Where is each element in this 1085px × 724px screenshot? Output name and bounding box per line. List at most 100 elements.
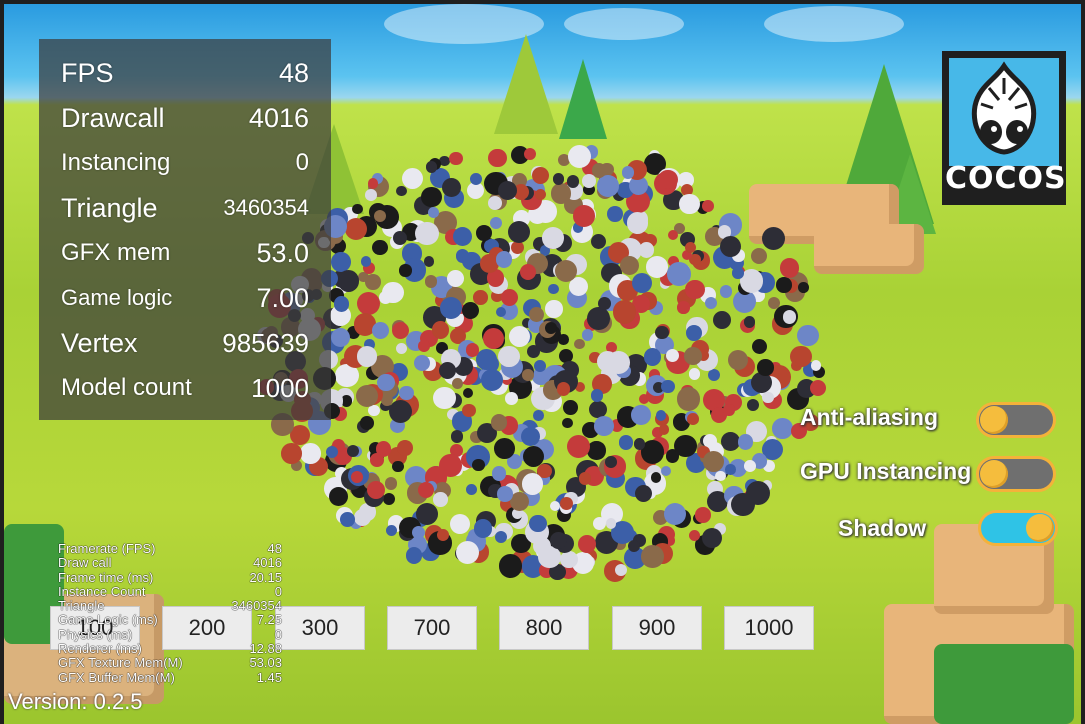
model-blob <box>582 174 596 189</box>
model-blob <box>532 166 550 184</box>
gpu-instancing-toggle[interactable] <box>976 456 1056 492</box>
model-blob <box>453 226 473 246</box>
model-blob <box>521 472 544 495</box>
model-blob <box>635 485 653 503</box>
model-blob <box>776 277 792 293</box>
model-blob <box>737 433 754 450</box>
model-blob <box>573 205 595 228</box>
debug-row: Instance Count 0 <box>58 583 282 599</box>
model-blob <box>538 545 561 569</box>
model-blob <box>521 426 541 446</box>
model-blob <box>719 236 741 258</box>
model-blob <box>356 345 378 367</box>
model-blob <box>524 147 537 161</box>
model-blob <box>418 481 435 498</box>
stat-row-drawcall: Drawcall 4016 <box>61 98 309 138</box>
debug-value: 3460354 <box>231 598 282 614</box>
debug-row: GFX Texture Mem(M) 53.03 <box>58 656 282 671</box>
model-blob <box>396 185 408 197</box>
model-blob <box>505 391 518 405</box>
model-blob <box>751 247 768 265</box>
model-blob <box>472 458 485 472</box>
debug-row: Frame time (ms) 20.15 <box>58 570 282 585</box>
model-blob <box>462 403 476 418</box>
model-blob <box>641 544 665 568</box>
model-blob <box>373 209 386 223</box>
model-blob <box>605 456 617 468</box>
shadow-label: Shadow <box>838 515 927 541</box>
model-blob <box>679 193 700 215</box>
model-blob <box>650 472 662 483</box>
model-blob <box>533 410 544 421</box>
model-blob <box>529 515 547 533</box>
model-blob <box>701 528 722 549</box>
model-blob <box>473 519 493 539</box>
stat-label: Drawcall <box>61 102 165 133</box>
cloud-decoration <box>764 6 904 42</box>
model-blob <box>566 174 580 188</box>
model-blob <box>527 345 541 359</box>
stat-label: GFX mem <box>61 239 171 266</box>
model-blob <box>494 530 507 544</box>
model-blob <box>631 272 652 293</box>
model-blob <box>427 207 439 219</box>
model-blob <box>451 377 463 389</box>
model-blob <box>508 325 530 347</box>
model-blob <box>563 400 579 416</box>
model-blob <box>421 186 442 208</box>
model-blob <box>809 379 827 397</box>
tree-decoration <box>559 59 607 139</box>
model-blob <box>433 492 448 507</box>
model-blob <box>542 227 564 249</box>
toggle-knob <box>980 460 1008 488</box>
count-button-300[interactable]: 300 <box>275 606 365 650</box>
model-blob <box>382 281 404 304</box>
debug-row: Physics (ms) 0 <box>58 626 282 642</box>
model-blob <box>438 361 456 379</box>
model-blob <box>399 264 412 277</box>
toggle-knob <box>980 406 1008 434</box>
debug-row: Draw call 4016 <box>58 555 282 571</box>
anti-aliasing-toggle[interactable] <box>976 402 1056 438</box>
model-blob <box>638 241 655 258</box>
stat-value: 48 <box>278 57 309 88</box>
model-blob <box>522 368 535 381</box>
model-blob <box>658 169 678 190</box>
model-blob <box>558 334 569 345</box>
shadow-toggle[interactable] <box>978 510 1058 546</box>
model-blob <box>631 404 651 425</box>
model-blob <box>436 529 449 542</box>
model-blob <box>667 261 691 286</box>
stat-label: FPS <box>61 57 114 88</box>
model-blob <box>396 439 413 456</box>
model-blob <box>487 195 502 210</box>
model-blob <box>732 267 744 279</box>
stat-label: Model count <box>61 374 192 401</box>
model-blob <box>593 415 614 436</box>
count-button-700[interactable]: 700 <box>387 606 477 650</box>
count-button-800[interactable]: 800 <box>499 606 589 650</box>
model-blob <box>385 525 397 537</box>
model-blob <box>633 438 645 450</box>
tree-decoration <box>494 34 558 134</box>
model-blob <box>450 430 464 443</box>
debug-label: Physics (ms) <box>58 626 133 642</box>
count-button-900[interactable]: 900 <box>612 606 702 650</box>
model-blob <box>392 230 408 246</box>
model-blob <box>673 434 697 458</box>
model-blob <box>441 178 461 198</box>
debug-value: 0 <box>274 583 282 599</box>
count-button-1000[interactable]: 1000 <box>724 606 814 650</box>
model-blob <box>366 480 385 499</box>
stat-row-game-logic: Game logic 7.00 <box>61 278 309 318</box>
stat-value: 3460354 <box>223 195 309 220</box>
cocos-mascot-icon <box>971 61 1037 155</box>
model-blob <box>376 373 395 392</box>
model-blob <box>415 502 438 525</box>
debug-value: 4016 <box>253 555 282 571</box>
model-blob <box>701 200 714 212</box>
cloud-decoration <box>564 8 684 40</box>
cocos-logo-icon <box>949 58 1059 166</box>
model-blob <box>550 531 567 549</box>
model-blob <box>772 418 793 440</box>
